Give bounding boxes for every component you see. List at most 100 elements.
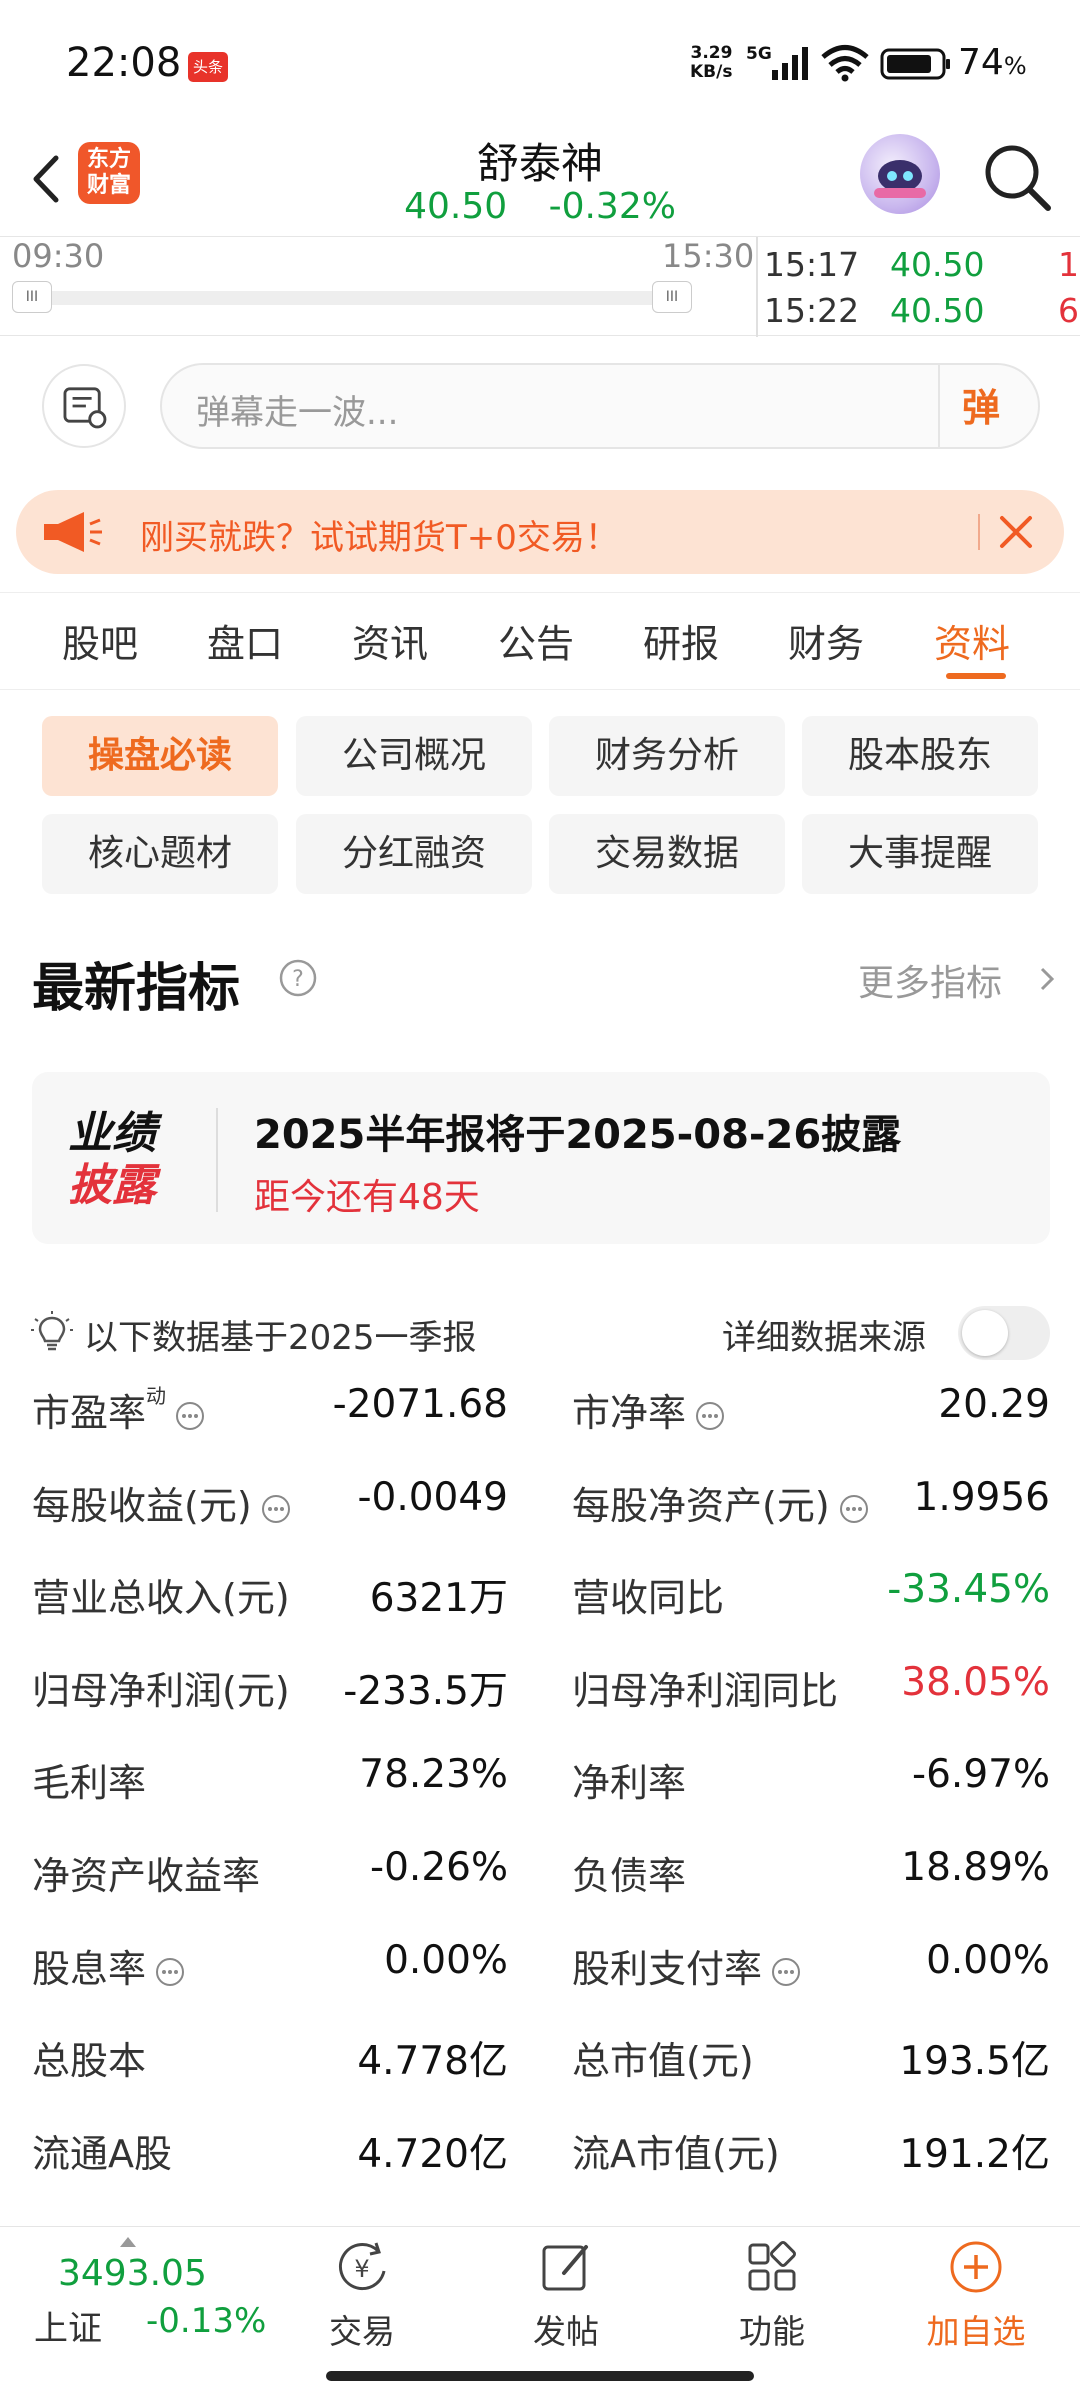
section-tabs: 股吧 盘口 资讯 公告 研报 财务 资料 (0, 592, 1080, 690)
info-icon[interactable] (260, 1493, 292, 1525)
data-source-toggle[interactable] (958, 1306, 1050, 1360)
slider-track (12, 291, 692, 305)
net-speed: 3.29 KB/s (690, 44, 732, 82)
index-change: -0.13% (146, 2301, 267, 2341)
metric-label: 毛利率 (32, 1761, 147, 1805)
nav-label: 加自选 (926, 2312, 1026, 2351)
metric-label: 股利支付率 (572, 1938, 802, 1993)
chip-major-events[interactable]: 大事提醒 (802, 814, 1038, 894)
nav-functions[interactable]: 功能 (702, 2237, 842, 2357)
bottom-bar: 3493.05 上证 -0.13% ¥ 交易 发帖 功能 加自选 (0, 2226, 1080, 2400)
tab-research[interactable]: 研报 (643, 613, 719, 668)
tab-announcements[interactable]: 公告 (498, 613, 574, 668)
tab-profile[interactable]: 资料 (934, 613, 1010, 668)
chip-shareholders[interactable]: 股本股东 (802, 716, 1038, 796)
metric-value: -2071.68 (332, 1382, 508, 1427)
info-icon[interactable] (694, 1400, 726, 1432)
metric-value: 0.00% (926, 1938, 1050, 1983)
metric-label: 营收同比 (572, 1576, 725, 1620)
time-range-slider[interactable]: 09:30 15:30 III III (0, 237, 755, 337)
metric-label: 归母净利润(元) (32, 1669, 290, 1713)
info-icon[interactable] (174, 1400, 206, 1432)
metric-value: 38.05% (901, 1660, 1050, 1705)
metric-value: 1.9956 (913, 1475, 1050, 1520)
chevron-right-icon[interactable] (1036, 964, 1058, 994)
search-icon[interactable] (980, 140, 1056, 216)
metric-label: 归母净利润同比 (572, 1669, 839, 1713)
danmu-button-label: 弹 (962, 386, 1001, 430)
range-start-time: 09:30 (12, 237, 105, 275)
danmu-send-button[interactable]: 弹 (962, 377, 1026, 437)
home-indicator[interactable] (326, 2371, 754, 2381)
signal-icon (772, 47, 808, 80)
grid-icon (748, 2241, 796, 2291)
metric-label: 营业总收入(元) (32, 1576, 290, 1620)
metric-label: 净资产收益率 (32, 1854, 261, 1898)
more-indicators-link[interactable]: 更多指标 (858, 954, 1002, 1006)
disclosure-badge: 业绩 披露 (68, 1108, 156, 1211)
promo-banner[interactable]: 刚买就跌？试试期货T+0交易！ (16, 490, 1064, 574)
tab-news[interactable]: 资讯 (352, 613, 428, 668)
danmu-settings-button[interactable] (42, 364, 126, 448)
metric-label: 净利率 (572, 1761, 687, 1805)
chip-core-themes[interactable]: 核心题材 (42, 814, 278, 894)
metric-label: 流A市值(元) (572, 2132, 780, 2176)
earnings-disclosure-card[interactable]: 业绩 披露 2025半年报将于2025-08-26披露 距今还有48天 (32, 1072, 1050, 1244)
slider-handle-left[interactable]: III (12, 281, 52, 313)
metric-value: -0.0049 (357, 1475, 508, 1520)
lightbulb-icon (31, 1311, 73, 1351)
metric-value: 20.29 (938, 1382, 1050, 1427)
disclosure-countdown: 距今还有48天 (254, 1177, 480, 1218)
tab-guba[interactable]: 股吧 (62, 613, 138, 668)
chip-trading-data[interactable]: 交易数据 (549, 814, 785, 894)
svg-text:¥: ¥ (354, 2255, 369, 2283)
close-icon[interactable] (994, 510, 1038, 554)
index-value: 3493.05 (58, 2253, 207, 2294)
tick-time: 15:17 (764, 245, 860, 284)
megaphone-icon (44, 512, 102, 552)
robot-assistant-icon[interactable] (860, 134, 940, 214)
chip-dividends-financing[interactable]: 分红融资 (296, 814, 532, 894)
info-icon[interactable] (770, 1956, 802, 1988)
svg-text:?: ? (292, 967, 304, 992)
tab-pankou[interactable]: 盘口 (207, 613, 283, 668)
metric-value: -233.5万 (343, 1669, 508, 1714)
disclosure-title: 2025半年报将于2025-08-26披露 (254, 1112, 902, 1158)
toutiao-notification-icon: 头条 (188, 52, 228, 82)
stock-price: 40.50 (404, 186, 508, 227)
tick-volume: 1 (1058, 245, 1079, 284)
metric-value: -0.26% (370, 1845, 508, 1890)
strip-divider (756, 237, 758, 337)
caret-up-icon (120, 2237, 136, 2247)
nav-label: 发帖 (533, 2312, 599, 2351)
metric-value: 0.00% (384, 1938, 508, 1983)
battery-percent: 74% (958, 42, 1027, 83)
metric-label: 市净率 (572, 1382, 726, 1437)
help-icon[interactable]: ? (278, 958, 318, 998)
metric-label: 每股净资产(元) (572, 1475, 870, 1530)
metric-value: 78.23% (359, 1752, 508, 1797)
info-icon[interactable] (838, 1493, 870, 1525)
range-end-time: 15:30 (662, 237, 755, 275)
nav-post[interactable]: 发帖 (496, 2237, 636, 2357)
metric-label: 市盈率动 (32, 1382, 206, 1437)
chip-financial-analysis[interactable]: 财务分析 (549, 716, 785, 796)
nav-add-watchlist[interactable]: 加自选 (906, 2237, 1046, 2357)
nav-trade[interactable]: ¥ 交易 (292, 2237, 432, 2357)
chip-trading-essentials[interactable]: 操盘必读 (42, 716, 278, 796)
metric-value: 4.778亿 (357, 2039, 508, 2084)
network-type: 5G (746, 44, 772, 64)
info-icon[interactable] (154, 1956, 186, 1988)
slider-handle-right[interactable]: III (652, 281, 692, 313)
tab-finance[interactable]: 财务 (788, 613, 864, 668)
status-bar: 22:08 头条 3.29 KB/s 5G 74% (0, 0, 1080, 130)
danmu-input[interactable]: 弹幕走一波... 弹 (160, 363, 1040, 449)
wifi-icon (821, 45, 869, 82)
chip-company-overview[interactable]: 公司概况 (296, 716, 532, 796)
nav-label: 功能 (739, 2312, 805, 2351)
metric-value: 193.5亿 (899, 2039, 1050, 2084)
net-speed-value: 3.29 (690, 43, 733, 63)
toggle-knob (962, 1310, 1008, 1356)
card-divider (216, 1108, 218, 1212)
add-circle-icon (950, 2241, 1002, 2293)
